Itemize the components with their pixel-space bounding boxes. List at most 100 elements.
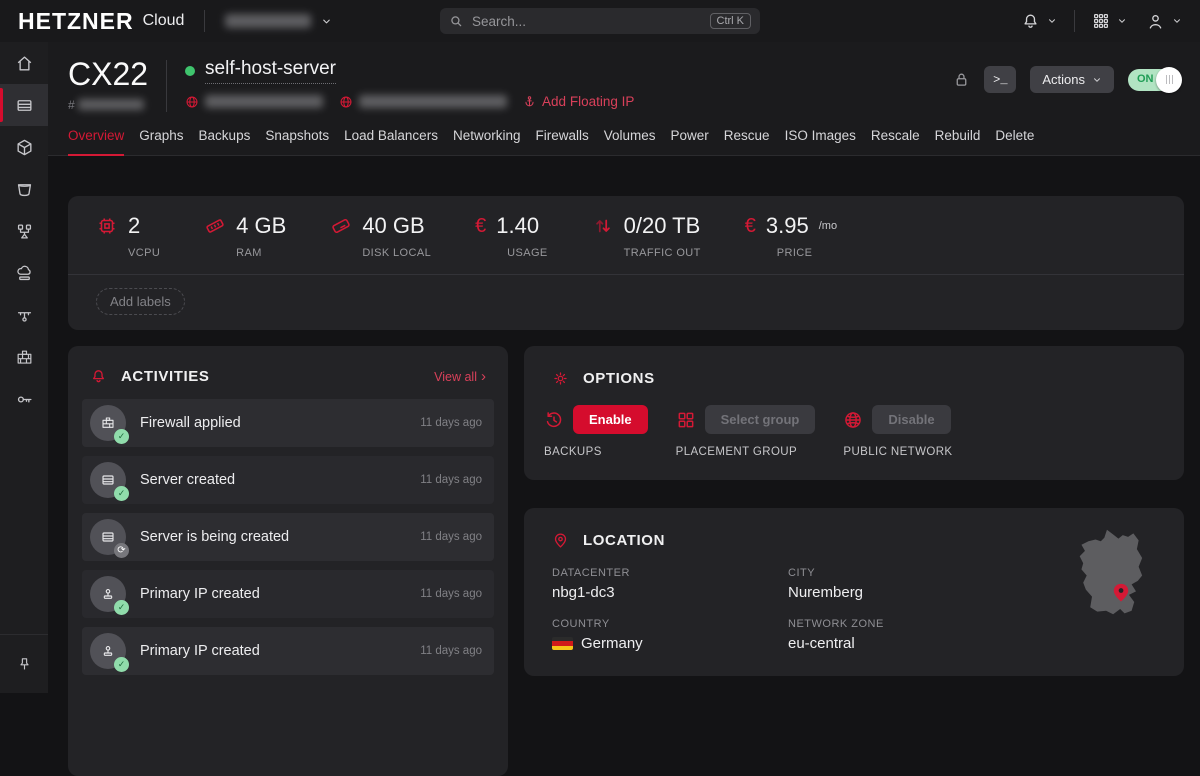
stat-value: 1.40 bbox=[496, 213, 539, 239]
chevron-down-icon[interactable] bbox=[1047, 16, 1057, 26]
stat-label: VCPU bbox=[128, 247, 160, 259]
activity-time: 11 days ago bbox=[420, 588, 482, 600]
avatar: ⟳ bbox=[90, 519, 126, 555]
stat-value: 0/20 TB bbox=[624, 213, 701, 239]
tab-backups[interactable]: Backups bbox=[199, 126, 251, 155]
network-icon bbox=[15, 306, 34, 325]
field-country: COUNTRY Germany bbox=[552, 618, 788, 652]
field-value: Nuremberg bbox=[788, 584, 1024, 601]
view-all-link[interactable]: View all › bbox=[434, 369, 486, 384]
activities-panel: ACTIVITIES View all › ✓ Firewall applied… bbox=[68, 346, 508, 776]
location-panel: LOCATION DATACENTER nbg1-dc3 CITY Nuremb… bbox=[524, 508, 1184, 676]
enable-backups-button[interactable]: Enable bbox=[573, 405, 648, 434]
tab-iso-images[interactable]: ISO Images bbox=[785, 126, 856, 155]
bucket-icon bbox=[15, 180, 34, 199]
sidebar-item-home[interactable] bbox=[0, 42, 48, 84]
sidebar-item-load-balancers[interactable] bbox=[0, 210, 48, 252]
field-label: COUNTRY bbox=[552, 618, 788, 630]
tab-networking[interactable]: Networking bbox=[453, 126, 521, 155]
sidebar-item-storage[interactable] bbox=[0, 168, 48, 210]
tab-rebuild[interactable]: Rebuild bbox=[935, 126, 981, 155]
apps-grid-icon[interactable] bbox=[1092, 12, 1110, 30]
activity-title: Server is being created bbox=[140, 529, 289, 545]
stats-panel: 2 VCPU 4 GB RAM 40 GB DISK LOCAL bbox=[68, 196, 1184, 330]
tab-volumes[interactable]: Volumes bbox=[604, 126, 656, 155]
tab-graphs[interactable]: Graphs bbox=[139, 126, 183, 155]
option-placement-group: Select group PLACEMENT GROUP bbox=[676, 405, 816, 458]
sidebar-pin-button[interactable] bbox=[0, 643, 48, 685]
gear-icon bbox=[552, 370, 569, 387]
power-toggle-handle[interactable] bbox=[1156, 67, 1182, 93]
avatar: ✓ bbox=[90, 633, 126, 669]
field-label: DATACENTER bbox=[552, 567, 788, 579]
success-check-badge: ✓ bbox=[114, 486, 129, 501]
history-icon bbox=[544, 410, 564, 430]
activity-row[interactable]: ⟳ Server is being created 11 days ago bbox=[82, 513, 494, 561]
project-selector[interactable] bbox=[225, 14, 332, 28]
sidebar-item-images[interactable] bbox=[0, 126, 48, 168]
power-state-label: ON bbox=[1137, 73, 1154, 85]
tab-firewalls[interactable]: Firewalls bbox=[535, 126, 588, 155]
firewall-icon bbox=[100, 415, 116, 431]
ipv6-address[interactable] bbox=[339, 95, 507, 109]
activity-time: 11 days ago bbox=[420, 531, 482, 543]
tab-power[interactable]: Power bbox=[671, 126, 709, 155]
chevron-down-icon[interactable] bbox=[1117, 16, 1127, 26]
server-icon bbox=[100, 472, 116, 488]
stat-usage: € 1.40 USAGE bbox=[475, 213, 548, 259]
stat-ram: 4 GB RAM bbox=[204, 213, 286, 259]
stat-traffic: 0/20 TB TRAFFIC OUT bbox=[592, 213, 701, 259]
sidebar-item-floating-ips[interactable] bbox=[0, 252, 48, 294]
power-toggle[interactable]: ON bbox=[1128, 69, 1180, 91]
chevron-right-icon: › bbox=[481, 369, 486, 384]
pin-icon bbox=[16, 656, 33, 673]
sidebar-item-security[interactable] bbox=[0, 378, 48, 420]
add-floating-ip-link[interactable]: Add Floating IP bbox=[523, 94, 634, 109]
add-labels-button[interactable]: Add labels bbox=[96, 288, 185, 315]
project-name-blurred bbox=[225, 14, 311, 28]
actions-button[interactable]: Actions bbox=[1030, 66, 1114, 93]
options-title: OPTIONS bbox=[583, 370, 655, 387]
option-public-network: Disable PUBLIC NETWORK bbox=[843, 405, 952, 458]
avatar: ✓ bbox=[90, 405, 126, 441]
notifications-bell-icon[interactable] bbox=[1021, 12, 1040, 31]
console-button[interactable]: >_ bbox=[984, 66, 1016, 93]
activity-row[interactable]: ✓ Primary IP created 11 days ago bbox=[82, 627, 494, 675]
key-icon bbox=[15, 390, 34, 409]
select-group-button[interactable]: Select group bbox=[705, 405, 816, 434]
tab-rescue[interactable]: Rescue bbox=[724, 126, 770, 155]
sidebar-item-firewalls[interactable] bbox=[0, 336, 48, 378]
account-user-icon[interactable] bbox=[1146, 12, 1165, 31]
ipv6-blurred bbox=[359, 95, 507, 108]
pending-refresh-badge: ⟳ bbox=[114, 543, 129, 558]
stat-disk: 40 GB DISK LOCAL bbox=[330, 213, 431, 259]
tab-delete[interactable]: Delete bbox=[995, 126, 1034, 155]
sidebar-item-networks[interactable] bbox=[0, 294, 48, 336]
search-input[interactable]: Search... Ctrl K bbox=[440, 8, 760, 34]
primary-ip-icon bbox=[100, 586, 116, 602]
ipv4-address[interactable] bbox=[185, 95, 323, 109]
field-datacenter: DATACENTER nbg1-dc3 bbox=[552, 567, 788, 601]
activity-row[interactable]: ✓ Server created 11 days ago bbox=[82, 456, 494, 504]
chevron-down-icon[interactable] bbox=[1172, 16, 1182, 26]
tab-overview[interactable]: Overview bbox=[68, 126, 124, 156]
tab-snapshots[interactable]: Snapshots bbox=[265, 126, 329, 155]
sidebar-item-servers[interactable] bbox=[0, 84, 48, 126]
primary-ip-icon bbox=[100, 643, 116, 659]
lock-icon[interactable] bbox=[953, 71, 970, 88]
topbar: HETZNER Cloud Search... Ctrl K bbox=[0, 0, 1200, 42]
server-id-blurred bbox=[78, 99, 144, 110]
server-name[interactable]: self-host-server bbox=[205, 58, 336, 84]
tab-load-balancers[interactable]: Load Balancers bbox=[344, 126, 438, 155]
activity-row[interactable]: ✓ Primary IP created 11 days ago bbox=[82, 570, 494, 618]
stat-value: 2 bbox=[128, 213, 140, 239]
activity-row[interactable]: ✓ Firewall applied 11 days ago bbox=[82, 399, 494, 447]
ipv4-blurred bbox=[205, 95, 323, 108]
field-label: NETWORK ZONE bbox=[788, 618, 1024, 630]
tab-rescale[interactable]: Rescale bbox=[871, 126, 920, 155]
stat-suffix: /mo bbox=[819, 220, 837, 232]
activity-title: Firewall applied bbox=[140, 415, 241, 431]
disable-public-network-button[interactable]: Disable bbox=[872, 405, 950, 434]
floating-ip-icon bbox=[15, 264, 34, 283]
server-icon bbox=[100, 529, 116, 545]
